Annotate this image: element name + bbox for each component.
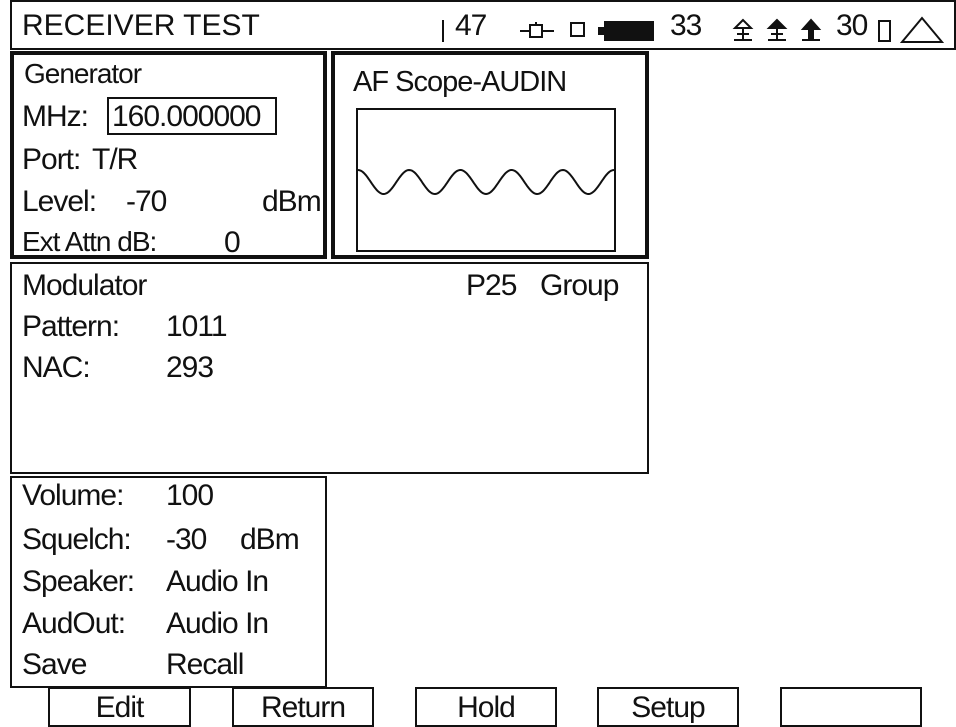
nac-label: NAC: [22,351,91,384]
softkey-edit[interactable]: Edit [48,687,191,727]
speaker-value[interactable]: Audio In [166,567,269,597]
scope-waveform-display [356,108,616,252]
audout-label: AudOut: [22,607,126,640]
warning-triangle-icon [900,16,944,43]
freq-label: MHz: [22,100,89,133]
modulator-mode[interactable]: P25 [466,271,517,301]
volume-label: Volume: [22,479,124,512]
generator-title: Generator [24,58,142,89]
recall-option[interactable]: Recall [166,650,244,680]
battery-value: 33 [670,9,702,42]
speaker-label: Speaker: [22,565,135,598]
channel-indicator: 47 [455,9,487,42]
freq-value: 160.000000 [112,100,261,133]
page-title: RECEIVER TEST [22,9,260,42]
port-value[interactable]: T/R [92,145,138,175]
scope-title: AF Scope-AUDIN [353,66,567,98]
level-unit: dBm [262,185,322,218]
freq-input[interactable]: 160.000000 [107,97,277,135]
squelch-unit: dBm [240,523,300,556]
pattern-value[interactable]: 1011 [166,312,228,342]
antenna-mid-icon [766,18,788,41]
softkey-setup[interactable]: Setup [597,687,739,727]
antenna-full-icon [800,18,822,41]
level-label: Level: [22,185,97,218]
ext-attn-label: Ext Attn dB: [22,226,157,257]
softkey-blank[interactable] [780,687,922,727]
ext-attn-value[interactable]: 0 [224,228,241,258]
audout-value[interactable]: Audio In [166,609,269,639]
temperature-value: 30 [836,9,868,42]
save-option[interactable]: Save [22,650,87,680]
empty-indicator-icon [878,20,891,42]
squelch-label: Squelch: [22,523,132,556]
modulator-mode-type[interactable]: Group [540,271,619,301]
port-label: Port: [22,143,81,176]
modulator-title: Modulator [22,269,147,302]
scope-waveform [357,168,615,196]
antenna-up-icon [732,18,754,41]
softkey-return[interactable]: Return [232,687,374,727]
square-status-icon [570,22,585,37]
connector-icon [520,22,554,38]
pattern-label: Pattern: [22,310,120,343]
nac-value[interactable]: 293 [166,353,214,383]
battery-icon [598,21,654,41]
squelch-value[interactable]: -30 [166,525,207,555]
header-divider [442,20,444,42]
softkey-hold[interactable]: Hold [415,687,557,727]
volume-value[interactable]: 100 [166,481,214,511]
level-value[interactable]: -70 [126,187,167,217]
